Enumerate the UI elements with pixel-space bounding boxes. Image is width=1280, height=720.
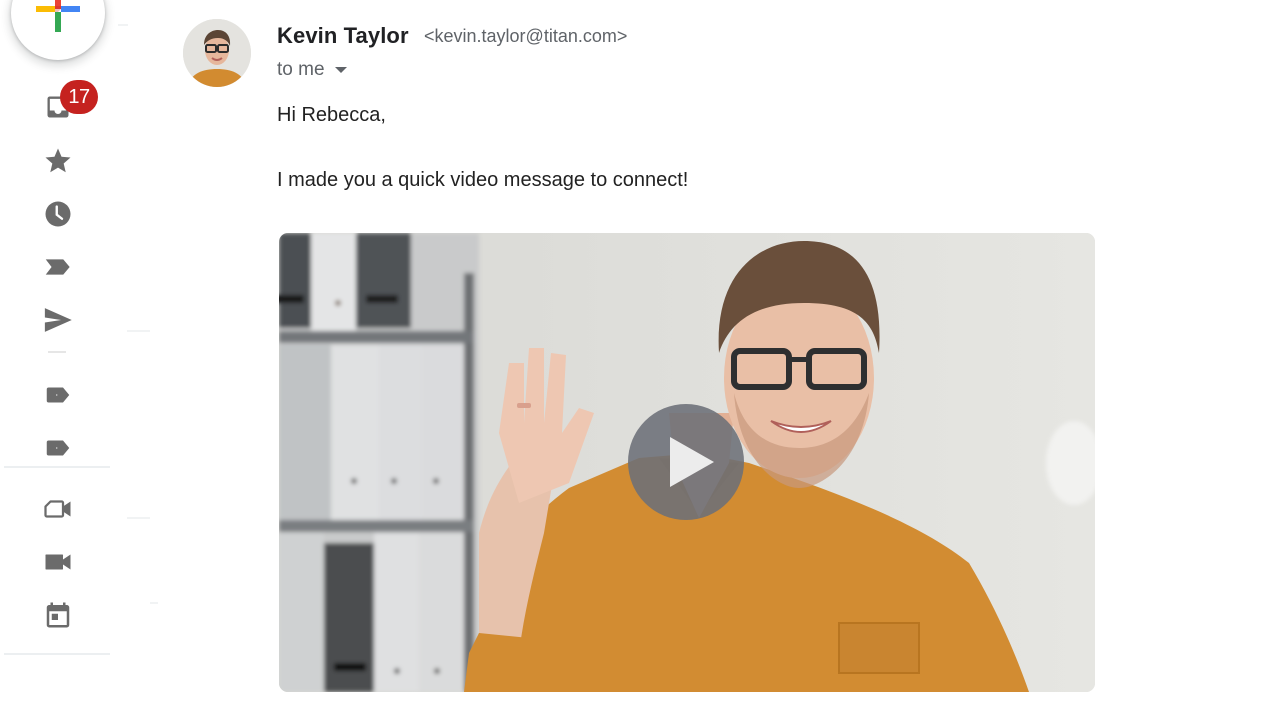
sender-avatar[interactable] <box>183 19 251 87</box>
sidebar-item-important[interactable] <box>42 251 74 283</box>
sender-email: <kevin.taylor@titan.com> <box>424 26 628 46</box>
sidebar-item-label-1[interactable] <box>42 379 74 411</box>
avatar-photo <box>183 19 251 87</box>
divider <box>150 602 158 604</box>
video-filled-icon <box>45 554 71 570</box>
sidebar-item-join-meeting[interactable] <box>42 546 74 578</box>
divider <box>48 351 66 353</box>
sidebar-item-sent[interactable] <box>42 304 74 336</box>
compose-button[interactable] <box>11 0 105 60</box>
play-icon <box>670 437 714 487</box>
sidebar-item-starred[interactable] <box>42 145 74 177</box>
calendar-icon <box>46 602 70 628</box>
divider <box>127 330 150 332</box>
divider <box>127 517 150 519</box>
section-divider <box>4 653 110 655</box>
sidebar-item-new-meeting[interactable] <box>42 493 74 525</box>
sidebar-item-snoozed[interactable] <box>42 198 74 230</box>
sidebar-item-label-2[interactable] <box>42 432 74 464</box>
recipient-label: to me <box>277 59 325 80</box>
clock-icon <box>45 201 71 227</box>
inbox-unread-badge: 17 <box>60 80 98 114</box>
chevron-down-icon <box>334 67 347 73</box>
section-divider <box>4 466 110 468</box>
video-outline-icon <box>44 500 71 518</box>
sidebar-item-calendar[interactable] <box>42 599 74 631</box>
email-body: I made you a quick video message to conn… <box>277 169 689 191</box>
label-important-icon <box>45 259 70 275</box>
star-icon <box>45 148 71 173</box>
label-icon <box>46 440 70 456</box>
send-icon <box>44 308 72 332</box>
plus-multicolor-icon <box>36 0 80 32</box>
sidebar: 17 <box>0 0 158 720</box>
sender-name: Kevin Taylor <box>277 23 409 48</box>
divider <box>118 24 128 26</box>
email-greeting: Hi Rebecca, <box>277 104 386 126</box>
label-icon <box>46 387 70 403</box>
recipient-details-toggle[interactable]: to me <box>277 59 347 81</box>
play-video-button[interactable] <box>628 404 744 520</box>
